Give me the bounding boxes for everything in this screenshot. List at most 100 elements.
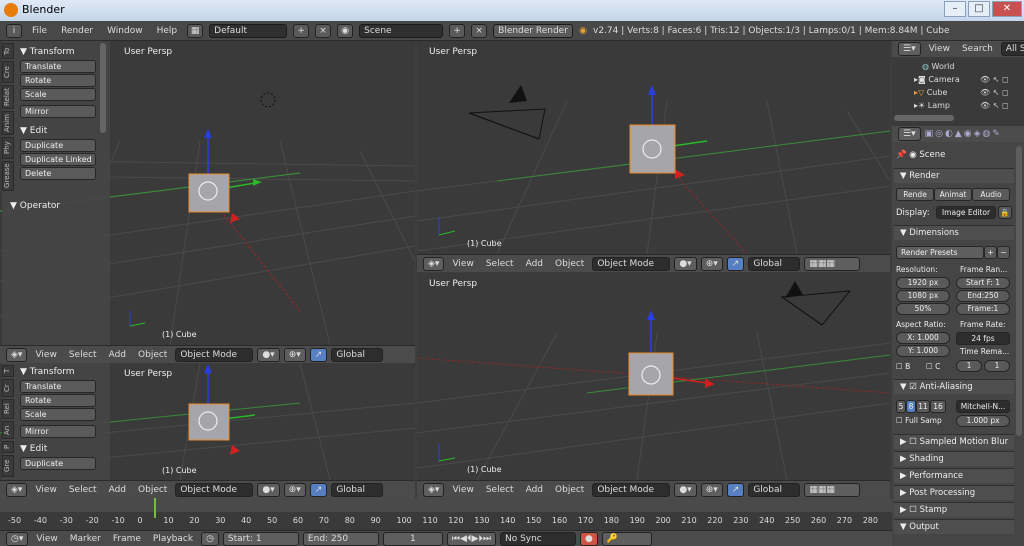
add-preset-button[interactable]: + <box>984 246 997 259</box>
pivot-button[interactable]: ⊕▾ <box>700 482 723 497</box>
add-menu[interactable]: Add <box>522 485 547 495</box>
visibility-icons[interactable]: 👁 ↖ ◻ <box>980 75 1009 84</box>
properties-scrollbar[interactable] <box>1016 146 1022 436</box>
rotate-button[interactable]: Rotate <box>20 394 96 407</box>
panel-anti-aliasing[interactable]: ▼ ☑ Anti-Aliasing <box>894 379 1014 394</box>
panel-edit-title[interactable]: Edit <box>30 444 47 454</box>
pivot-button[interactable]: ⊕▾ <box>283 347 306 362</box>
full-sample-checkbox[interactable]: ☐ Full Samp <box>896 416 942 425</box>
translate-button[interactable]: Translate <box>20 60 96 73</box>
pivot-button[interactable]: ⊕▾ <box>283 482 306 497</box>
layers-button[interactable]: ▦▦▦ <box>804 482 861 497</box>
outliner-display-select[interactable]: All Scenes <box>1000 42 1024 56</box>
remove-scene-button[interactable]: × <box>471 23 488 38</box>
select-menu[interactable]: Select <box>65 485 101 495</box>
resolution-x-field[interactable]: 1920 px <box>896 277 950 289</box>
pivot-button[interactable]: ⊕▾ <box>700 256 723 271</box>
add-menu[interactable]: Add <box>105 350 130 360</box>
record-icon[interactable]: ● <box>579 531 598 546</box>
view-menu[interactable]: View <box>31 350 60 360</box>
tab-tools[interactable]: To <box>2 43 14 59</box>
crop-checkbox[interactable]: ☐ C <box>926 362 940 371</box>
tab-create[interactable]: Cr <box>2 379 14 397</box>
frame-rate-select[interactable]: 24 fps <box>956 332 1010 345</box>
minimize-button[interactable]: – <box>944 1 966 17</box>
delete-button[interactable]: Delete <box>20 167 96 180</box>
properties-editor-type[interactable]: ☰▾ <box>898 127 921 141</box>
aa-filter-select[interactable]: Mitchell-N... <box>956 400 1010 413</box>
panel-render[interactable]: ▼ Render <box>894 168 1014 183</box>
tab-physics[interactable]: P <box>2 441 14 453</box>
orientation-select[interactable]: Global <box>331 347 384 362</box>
outliner-scrollbar[interactable] <box>894 115 954 121</box>
select-menu[interactable]: Select <box>482 485 518 495</box>
panel-performance[interactable]: ▶ Performance <box>894 468 1014 483</box>
screen-layout-field[interactable]: Default <box>209 23 288 38</box>
tab-grease[interactable]: Gre <box>2 455 14 477</box>
aa-samples-8[interactable]: 8 <box>906 400 916 413</box>
outliner-item-world[interactable]: ◍ World <box>922 62 954 71</box>
tab-relations[interactable]: Rel <box>2 399 14 419</box>
add-menu[interactable]: Add <box>105 485 130 495</box>
panel-operator-title[interactable]: Operator <box>20 201 60 211</box>
scene-field[interactable]: Scene <box>359 23 444 38</box>
editor-type-button[interactable]: ◈▾ <box>423 256 445 271</box>
panel-stamp[interactable]: ▶ ☐ Stamp <box>894 502 1014 517</box>
layers-button[interactable]: ▦▦▦ <box>804 256 861 271</box>
object-menu[interactable]: Object <box>551 259 588 269</box>
rotate-button[interactable]: Rotate <box>20 74 96 87</box>
current-frame-field[interactable]: 1 <box>382 531 443 546</box>
shading-button[interactable]: ●▾ <box>674 482 697 497</box>
manipulator-button[interactable]: ↗ <box>726 256 745 271</box>
context-tab-icons[interactable]: ▣◎◐▲◉◈◍✎ <box>925 129 1002 139</box>
keying-set-field[interactable]: 🔑 <box>601 531 652 546</box>
playback-controls-icon[interactable]: ⏮◀⏴▶⏵⏭ <box>446 531 496 546</box>
scale-button[interactable]: Scale <box>20 408 96 421</box>
tab-physics[interactable]: Phy <box>2 137 14 159</box>
tab-animation[interactable]: An <box>2 421 14 439</box>
outliner-item-cube[interactable]: ▸▽ Cube <box>914 88 947 97</box>
maximize-button[interactable]: □ <box>968 1 990 17</box>
aspect-y-field[interactable]: Y: 1.000 <box>896 345 950 357</box>
tab-create[interactable]: Cre <box>2 61 14 83</box>
aa-samples-11[interactable]: 11 <box>916 400 930 413</box>
mirror-button[interactable]: Mirror <box>20 425 96 438</box>
viewport-top-right[interactable]: User Persp (1) Cube <box>417 41 890 254</box>
close-button[interactable]: ✕ <box>992 1 1022 17</box>
shading-button[interactable]: ●▾ <box>674 256 697 271</box>
scene-icon[interactable]: ◉ <box>337 23 354 38</box>
panel-post-processing[interactable]: ▶ Post Processing <box>894 485 1014 500</box>
timeline-track[interactable] <box>0 498 892 512</box>
view-menu[interactable]: View <box>31 485 60 495</box>
panel-edit-title[interactable]: Edit <box>30 126 47 136</box>
tl-frame-menu[interactable]: Frame <box>109 534 145 544</box>
visibility-icons[interactable]: 👁 ↖ ◻ <box>980 88 1009 97</box>
editor-type-button[interactable]: ◈▾ <box>423 482 445 497</box>
sync-select[interactable]: No Sync <box>499 531 576 546</box>
screen-layout-icon[interactable]: ▦ <box>187 23 204 38</box>
duplicate-linked-button[interactable]: Duplicate Linked <box>20 153 96 166</box>
border-checkbox[interactable]: ☐ B <box>896 362 910 371</box>
mode-select[interactable]: Object Mode <box>175 482 254 497</box>
tl-view-menu[interactable]: View <box>32 534 61 544</box>
add-menu[interactable]: Add <box>522 259 547 269</box>
viewport-bottom-right[interactable]: User Persp (1) Cube <box>417 273 890 480</box>
editor-type-icon[interactable]: i <box>6 23 22 38</box>
aa-samples-16[interactable]: 16 <box>930 400 946 413</box>
object-menu[interactable]: Object <box>551 485 588 495</box>
visibility-icons[interactable]: 👁 ↖ ◻ <box>980 101 1009 110</box>
lock-icon[interactable]: 🔒 <box>998 206 1012 219</box>
orientation-select[interactable]: Global <box>331 482 384 497</box>
shading-button[interactable]: ●▾ <box>257 347 280 362</box>
aa-samples-5[interactable]: 5 <box>896 400 906 413</box>
outliner-item-lamp[interactable]: ▸☀ Lamp <box>914 101 950 110</box>
manipulator-button[interactable]: ↗ <box>309 482 328 497</box>
tab-relations[interactable]: Relat <box>2 85 14 109</box>
panel-transform-title[interactable]: Transform <box>30 47 75 57</box>
remove-layout-button[interactable]: × <box>315 23 332 38</box>
frame-end-field[interactable]: End:250 <box>956 290 1010 302</box>
aspect-x-field[interactable]: X: 1.000 <box>896 332 950 344</box>
panel-shading[interactable]: ▶ Shading <box>894 451 1014 466</box>
frame-start-field[interactable]: Start F: 1 <box>956 277 1010 289</box>
outliner-view-menu[interactable]: View <box>925 44 954 54</box>
